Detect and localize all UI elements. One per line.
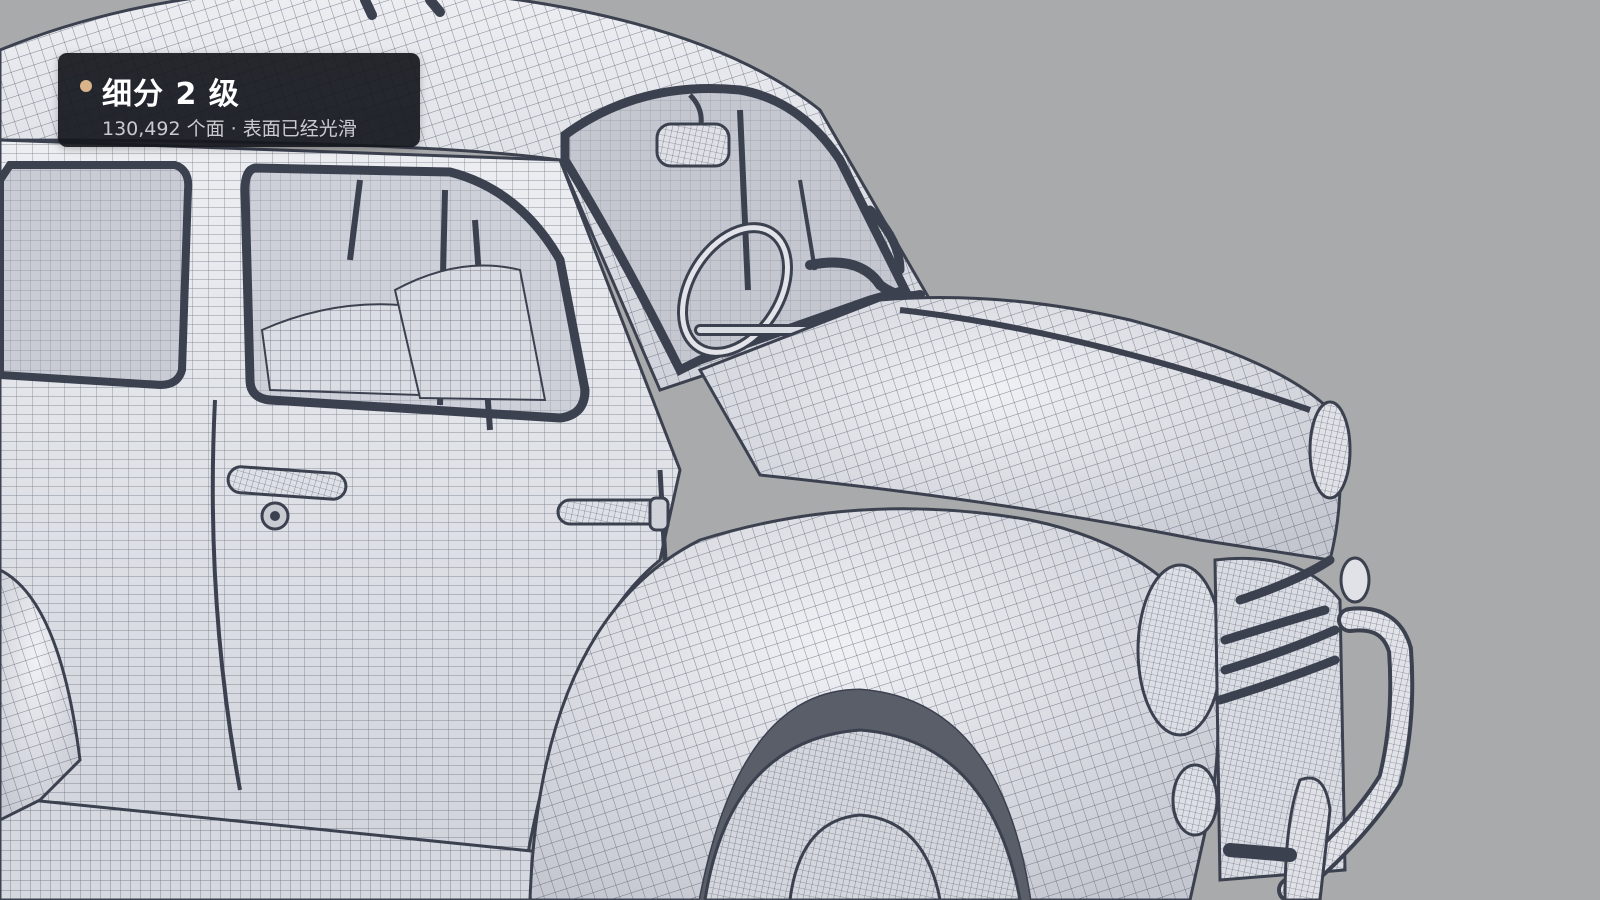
front-door-handle-icon bbox=[556, 496, 670, 532]
3d-viewport[interactable]: 细分 2 级 130,492 个面 · 表面已经光滑 bbox=[0, 0, 1600, 900]
subdivision-info-panel: 细分 2 级 130,492 个面 · 表面已经光滑 bbox=[58, 53, 420, 147]
subdivision-level-title: 细分 2 级 bbox=[102, 77, 240, 112]
face-count-subtitle: 130,492 个面 · 表面已经光滑 bbox=[102, 118, 357, 140]
status-indicator-icon bbox=[80, 80, 92, 92]
rear-window bbox=[0, 161, 193, 390]
